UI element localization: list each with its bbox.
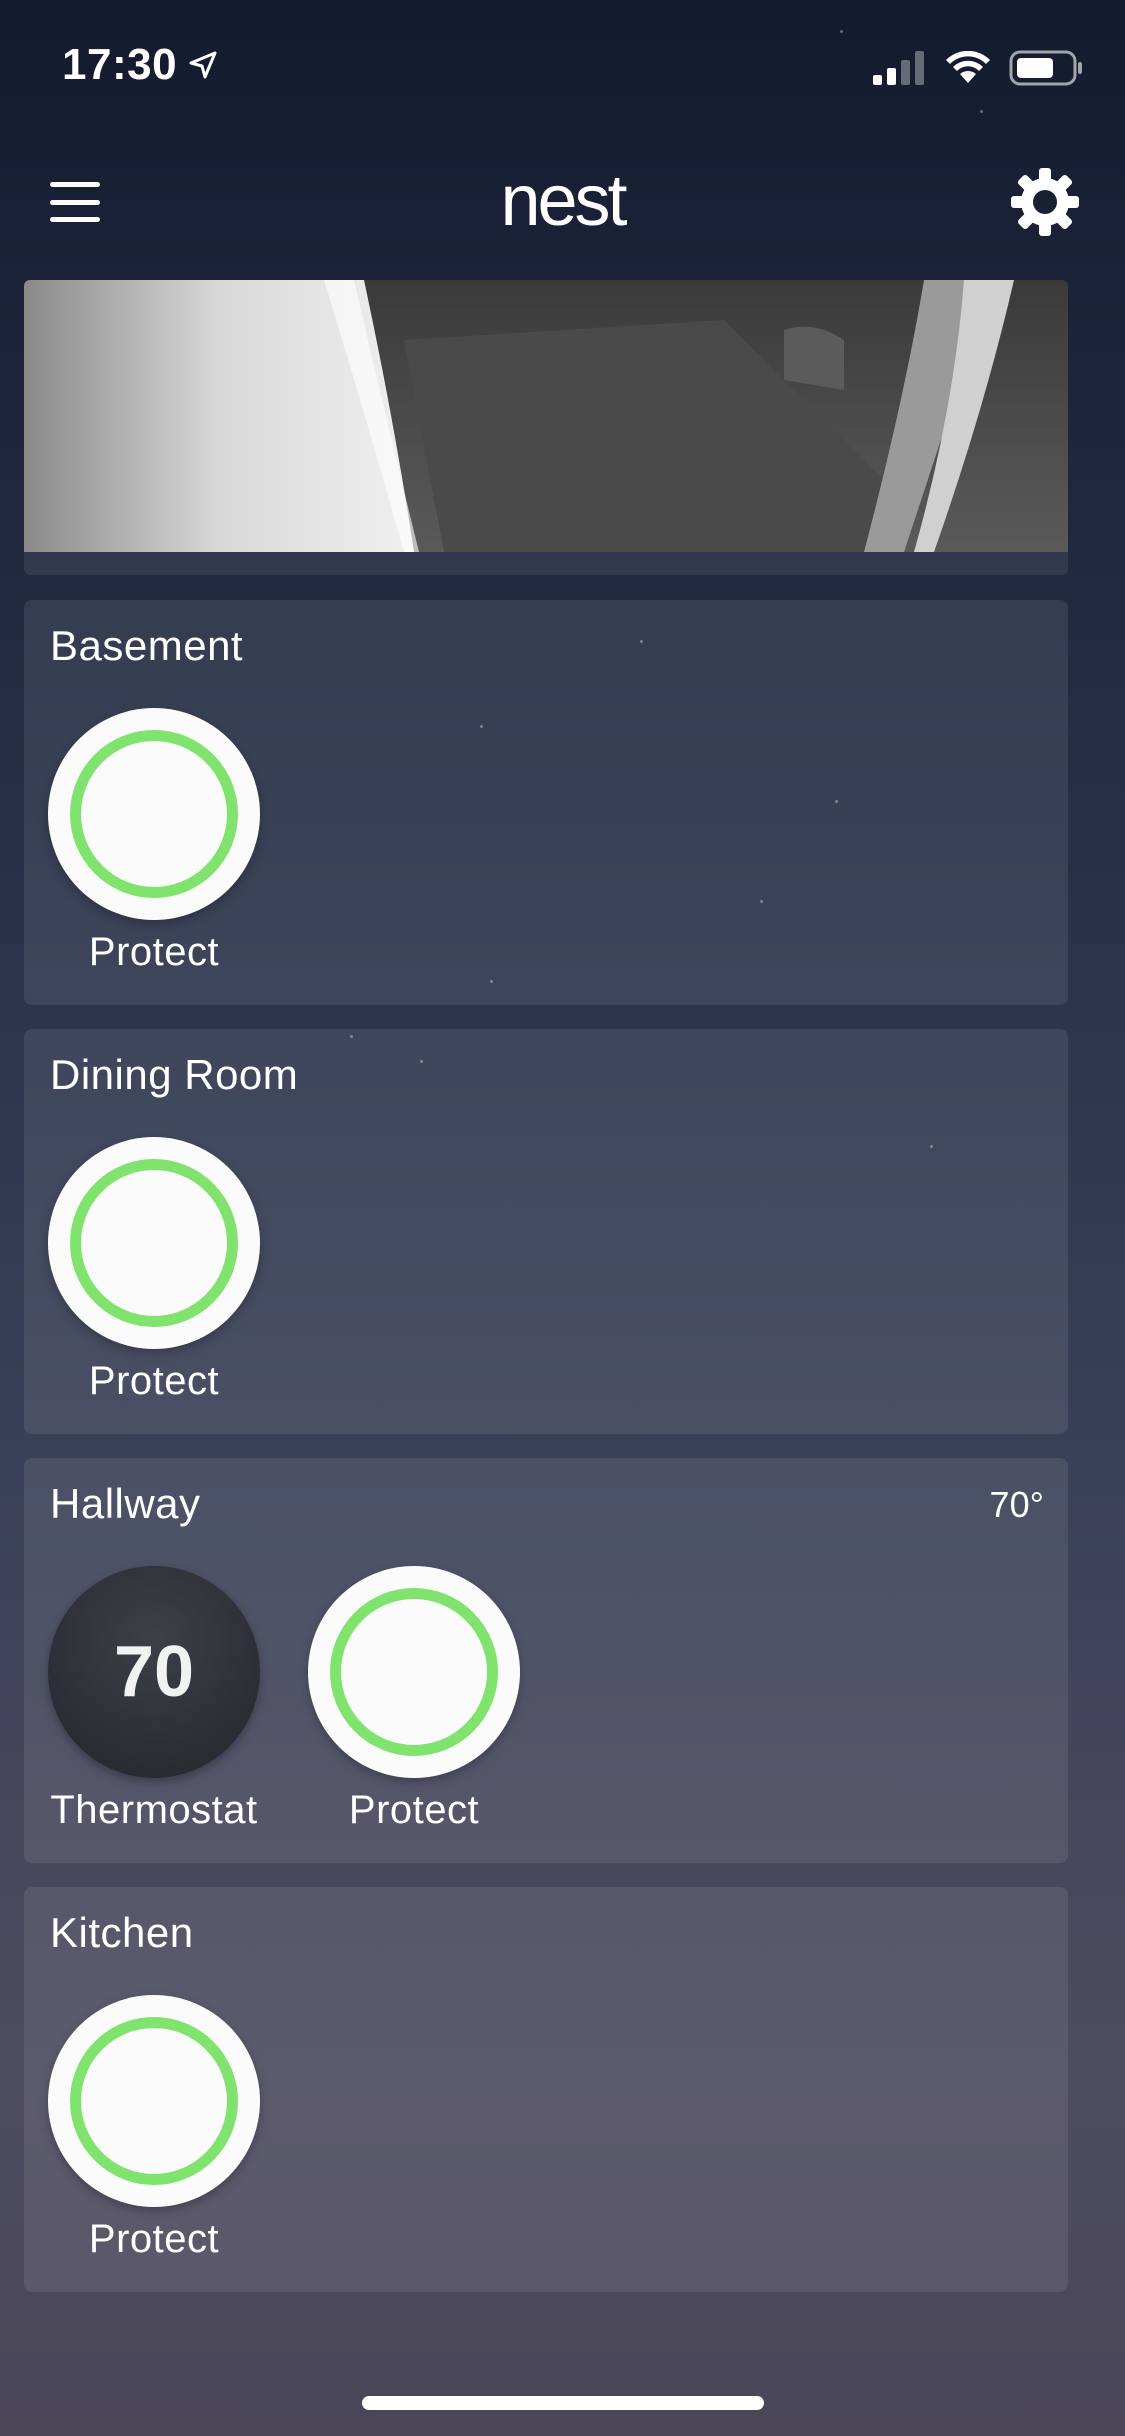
- device-label: Protect: [348, 1788, 480, 1832]
- thermostat-value: 70: [113, 1632, 195, 1712]
- device-label: Protect: [88, 1359, 220, 1403]
- nav-bar: nest: [0, 130, 1125, 270]
- status-time: 17:30: [62, 40, 178, 89]
- device-label: Protect: [88, 930, 220, 974]
- protect-device[interactable]: Protect: [24, 1137, 284, 1404]
- settings-button[interactable]: [1009, 166, 1081, 238]
- camera-card: [24, 280, 1068, 575]
- battery-icon: [1009, 50, 1082, 86]
- room-name: Kitchen: [50, 1909, 194, 1956]
- protect-icon: [48, 708, 260, 920]
- device-label: Protect: [88, 2217, 220, 2261]
- location-arrow-icon: [189, 51, 217, 79]
- home-indicator[interactable]: [362, 2396, 764, 2410]
- protect-device[interactable]: Protect: [24, 708, 284, 975]
- gear-icon: [1011, 168, 1079, 236]
- cellular-signal-icon: [873, 51, 924, 85]
- nest-logo: nest: [500, 161, 627, 241]
- room-name: Basement: [50, 622, 244, 669]
- protect-icon: [48, 1137, 260, 1349]
- camera-feed-image[interactable]: [24, 280, 1068, 552]
- protect-device[interactable]: Protect: [24, 1995, 284, 2262]
- thermostat-device[interactable]: 70 Thermostat: [24, 1566, 284, 1833]
- room-name: Hallway: [50, 1480, 201, 1527]
- status-time-group: 17:30: [62, 40, 219, 90]
- protect-device[interactable]: Protect: [284, 1566, 544, 1833]
- status-indicators: [873, 50, 1083, 86]
- room-card-basement: Basement Protect: [24, 600, 1068, 1005]
- status-bar: 17:30: [0, 0, 1125, 130]
- thermostat-icon: 70: [48, 1566, 260, 1778]
- room-card-dining-room: Dining Room Protect: [24, 1029, 1068, 1434]
- protect-status-ring: [70, 2017, 238, 2185]
- protect-status-ring: [330, 1588, 498, 1756]
- protect-status-ring: [70, 1159, 238, 1327]
- protect-status-ring: [70, 730, 238, 898]
- room-card-kitchen: Kitchen Protect: [24, 1887, 1068, 2292]
- room-name: Dining Room: [50, 1051, 299, 1098]
- device-label: Thermostat: [50, 1788, 258, 1832]
- room-card-hallway: Hallway 70° 70 Thermostat Protect: [24, 1458, 1068, 1863]
- protect-icon: [48, 1995, 260, 2207]
- wifi-icon: [946, 51, 990, 83]
- room-temperature: 70°: [989, 1484, 1044, 1525]
- protect-icon: [308, 1566, 520, 1778]
